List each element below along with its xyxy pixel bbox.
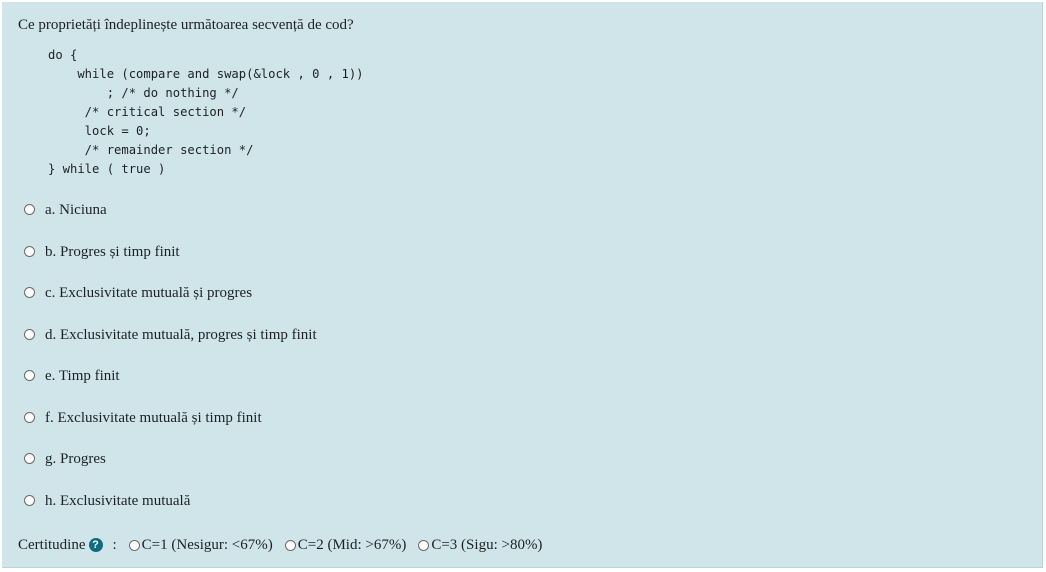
answer-radio-h[interactable] [24, 494, 35, 506]
answer-radio-g[interactable] [24, 453, 35, 464]
code-line: } while ( true ) [48, 162, 166, 176]
code-line: lock = 0; [48, 124, 151, 138]
answer-radio-e[interactable] [24, 370, 35, 381]
code-line: while (compare and swap(&lock , 0 , 1)) [48, 67, 364, 81]
question-panel: Ce proprietăți îndeplinește următoarea s… [2, 2, 1043, 568]
certitude-radio-3[interactable] [418, 539, 430, 551]
answer-label-h[interactable]: h. Exclusivitate mutuală [45, 489, 190, 513]
answer-label-e[interactable]: e. Timp finit [45, 364, 120, 388]
answer-option-c[interactable]: c. Exclusivitate mutuală și progres [24, 281, 317, 323]
answer-label-c[interactable]: c. Exclusivitate mutuală și progres [45, 281, 252, 305]
certitude-radio-2[interactable] [284, 539, 296, 551]
code-line: do { [48, 48, 78, 62]
certitude-option-label-3[interactable]: C=3 (Sigu: >80%) [431, 535, 542, 555]
answer-radio-f[interactable] [24, 411, 35, 423]
answer-label-g[interactable]: g. Progres [45, 447, 106, 471]
answer-option-b[interactable]: b. Progres și timp finit [24, 240, 317, 282]
certitude-option-label-2[interactable]: C=2 (Mid: >67%) [298, 535, 407, 555]
question-circle-icon[interactable]: ? [88, 538, 103, 552]
answer-radio-c[interactable] [24, 287, 35, 298]
answer-radio-d[interactable] [24, 328, 35, 340]
code-line: /* critical section */ [48, 105, 247, 119]
answer-label-f[interactable]: f. Exclusivitate mutuală și timp finit [45, 406, 262, 430]
answer-option-h[interactable]: h. Exclusivitate mutuală [24, 489, 317, 531]
certitude-option-3[interactable]: C=3 (Sigu: >80%) [418, 535, 542, 555]
certitude-option-2[interactable]: C=2 (Mid: >67%) [284, 535, 407, 555]
answer-radio-b[interactable] [24, 245, 35, 257]
certitude-label: Certitudine [18, 537, 86, 553]
code-line: ; /* do nothing */ [48, 86, 239, 100]
answer-option-f[interactable]: f. Exclusivitate mutuală și timp finit [24, 406, 317, 448]
code-block: do { while (compare and swap(&lock , 0 ,… [48, 46, 364, 179]
answer-list: a. Niciuna b. Progres și timp finit c. E… [24, 198, 317, 530]
answer-label-a[interactable]: a. Niciuna [45, 198, 107, 222]
certitude-row: Certitudine ? : C=1 (Nesigur: <67%) C=2 … [18, 535, 554, 555]
code-line: /* remainder section */ [48, 143, 254, 157]
answer-label-d[interactable]: d. Exclusivitate mutuală, progres și tim… [45, 323, 317, 347]
answer-option-d[interactable]: d. Exclusivitate mutuală, progres și tim… [24, 323, 317, 365]
question-text: Ce proprietăți îndeplinește următoarea s… [18, 17, 354, 33]
certitude-option-1[interactable]: C=1 (Nesigur: <67%) [128, 535, 273, 555]
certitude-radio-1[interactable] [128, 539, 140, 551]
certitude-separator: : [112, 537, 117, 553]
certitude-option-label-1[interactable]: C=1 (Nesigur: <67%) [142, 535, 273, 555]
answer-option-g[interactable]: g. Progres [24, 447, 317, 489]
answer-option-a[interactable]: a. Niciuna [24, 198, 317, 240]
answer-label-b[interactable]: b. Progres și timp finit [45, 240, 180, 264]
answer-radio-a[interactable] [24, 204, 35, 215]
answer-option-e[interactable]: e. Timp finit [24, 364, 317, 406]
